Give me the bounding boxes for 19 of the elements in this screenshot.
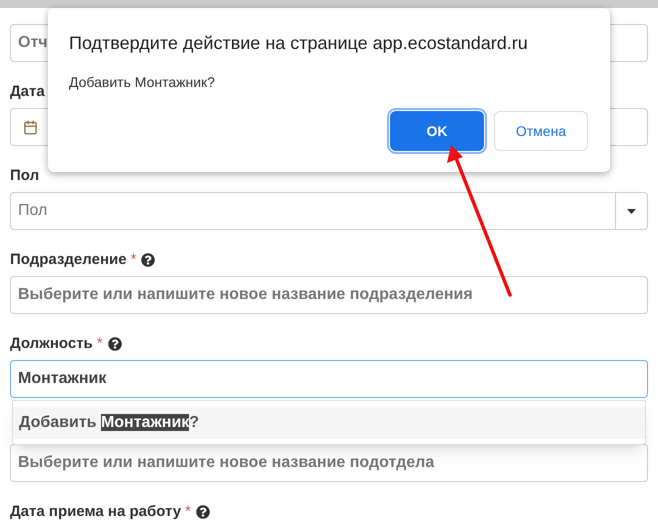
text-field[interactable]: Выберите или напишите новое название подотдела: [10, 444, 648, 482]
calendar-icon: [22, 120, 38, 134]
required-mark: *: [130, 250, 136, 270]
field-label: Дата приема на работу: [10, 502, 182, 521]
required-mark: *: [96, 334, 103, 354]
cancel-button[interactable]: Отмена: [494, 111, 588, 151]
field-label: Подразделение: [10, 250, 127, 270]
caret-icon: [627, 208, 636, 214]
field-label: Дата: [10, 82, 45, 102]
select-field[interactable]: Пол: [10, 192, 648, 230]
field-label: Должность: [10, 334, 93, 354]
select-placeholder: Пол: [17, 201, 48, 221]
dialog-message: Добавить Монтажник?: [69, 73, 216, 92]
ok-button[interactable]: OK: [390, 111, 484, 151]
text-field[interactable]: Монтажник: [10, 360, 648, 398]
field-label: Пол: [10, 166, 40, 186]
text-field[interactable]: Выберите или напишите новое название подразделения: [10, 276, 648, 314]
dialog-title: Подтвердите действие на странице app.ecostandard.ru: [69, 32, 529, 55]
required-mark: *: [185, 502, 191, 521]
